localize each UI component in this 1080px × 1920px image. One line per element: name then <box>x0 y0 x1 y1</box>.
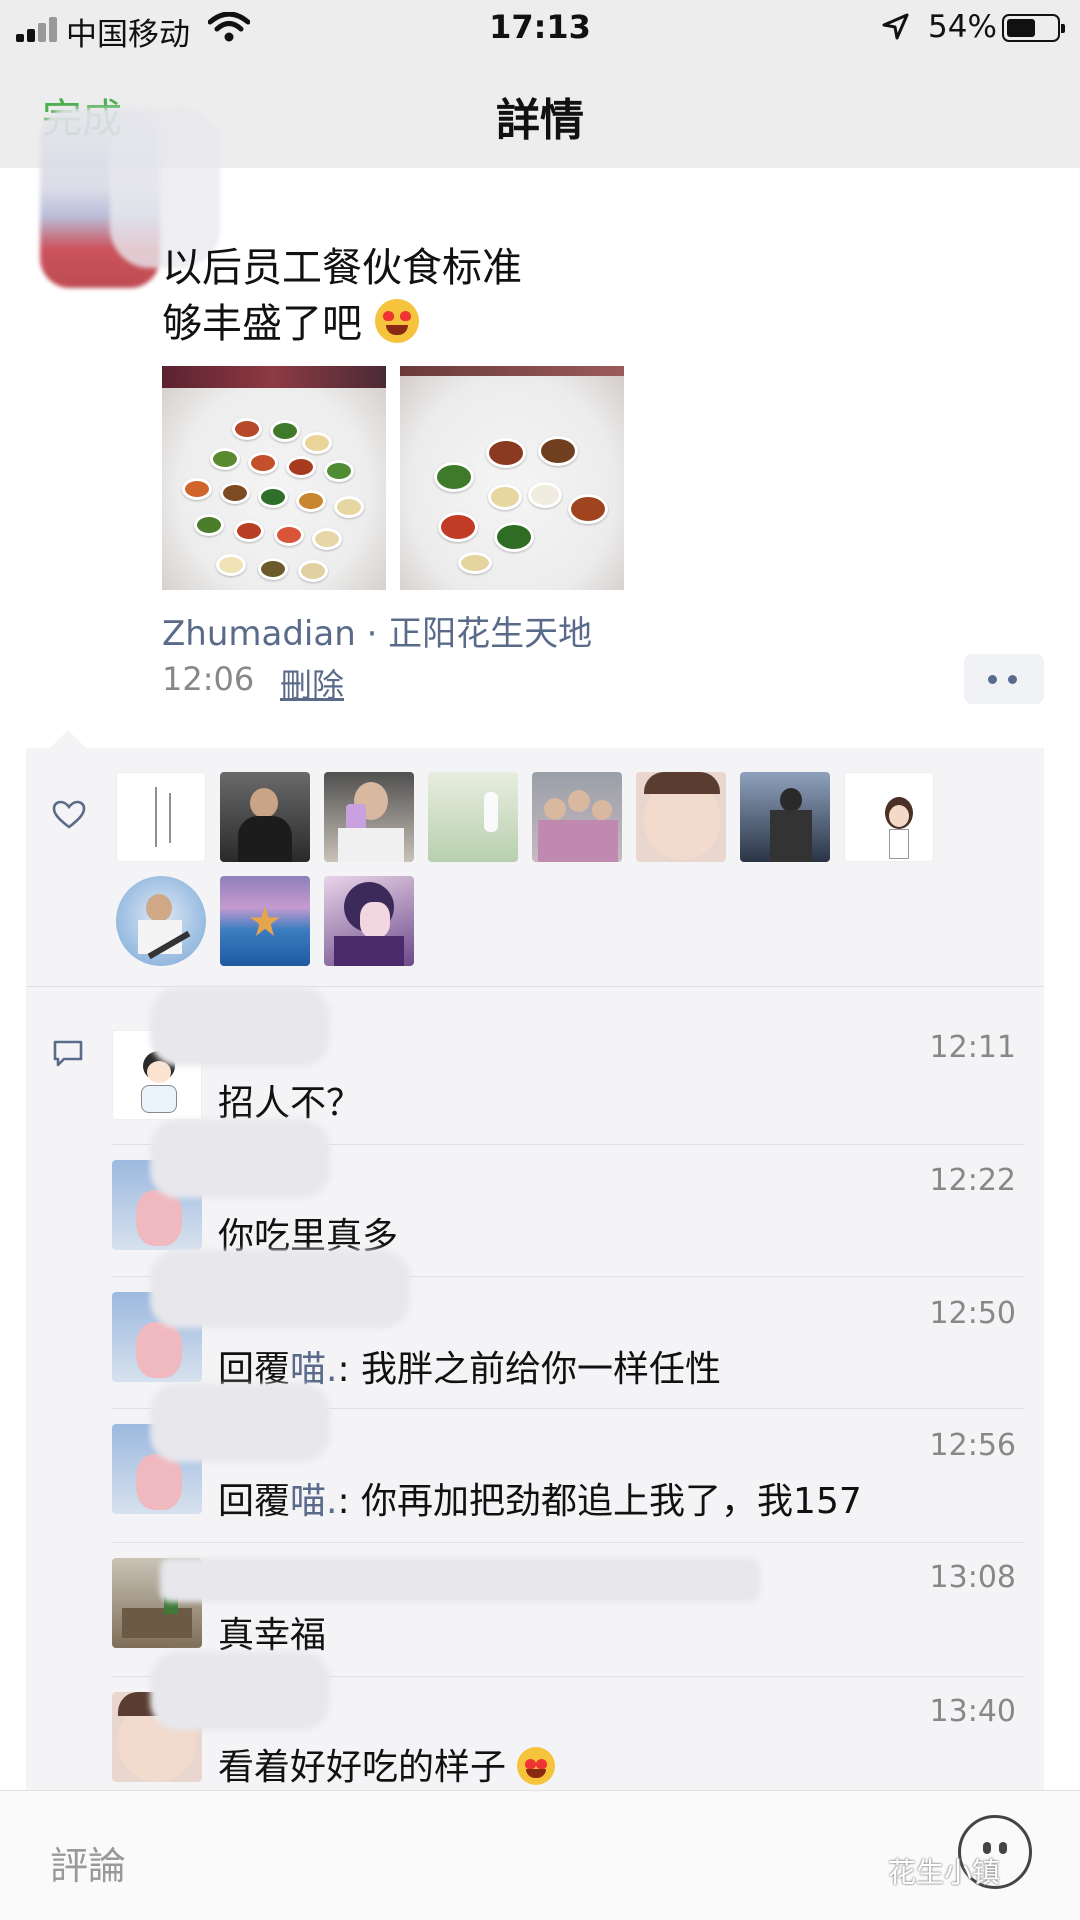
battery-icon <box>1002 14 1065 42</box>
panel-pointer <box>50 730 86 748</box>
heart-eyes-emoji-icon <box>517 1747 556 1785</box>
commenter-name-blurred <box>150 1250 410 1328</box>
comment-time: 13:40 <box>929 1694 1016 1729</box>
heart-eyes-emoji-icon <box>374 299 419 343</box>
post-photo-2[interactable] <box>400 366 624 590</box>
post-photo-1[interactable] <box>162 366 386 590</box>
poster-avatar[interactable] <box>40 108 220 288</box>
like-avatar[interactable] <box>324 876 414 966</box>
post-text-line-1: 以后员工餐伙食标准 <box>162 245 522 291</box>
commenter-name-blurred <box>150 1384 330 1462</box>
comment-text: 回覆喵.: 你再加把劲都追上我了，我157 <box>218 1481 862 1522</box>
like-avatar[interactable] <box>532 772 622 862</box>
comment-text: 招人不？ <box>218 1083 363 1124</box>
status-time: 17:13 <box>489 8 591 46</box>
comment-time: 13:08 <box>929 1560 1016 1595</box>
like-avatar[interactable] <box>220 772 310 862</box>
comment-divider <box>112 1542 1024 1543</box>
like-avatar[interactable] <box>220 876 310 966</box>
comment-icon <box>53 1040 83 1067</box>
likes-divider <box>26 986 1044 987</box>
comment-time: 12:50 <box>929 1296 1016 1331</box>
comment-input[interactable]: 評論 <box>50 1835 126 1890</box>
like-avatar[interactable] <box>116 876 206 966</box>
commenter-name-blurred <box>160 1558 760 1602</box>
like-avatar[interactable] <box>116 772 206 862</box>
commenter-name-blurred <box>150 1120 330 1198</box>
comment-text: 真幸福 <box>218 1615 327 1656</box>
comment-time: 12:11 <box>929 1030 1016 1065</box>
comment-time: 12:22 <box>929 1163 1016 1198</box>
heart-icon <box>52 800 86 829</box>
like-avatar[interactable] <box>324 772 414 862</box>
commenter-name-blurred <box>150 1652 330 1730</box>
like-avatar[interactable] <box>428 772 518 862</box>
like-avatar[interactable] <box>636 772 726 862</box>
more-options-button[interactable] <box>964 654 1044 704</box>
status-bar: 中国移动 17:13 54% <box>0 0 1080 56</box>
delete-button[interactable]: 刪除 <box>280 660 344 706</box>
post-text: 以后员工餐伙食标准 够丰盛了吧 <box>162 240 522 352</box>
commenter-name-blurred <box>150 988 330 1066</box>
battery-percent: 54% <box>928 9 997 45</box>
reply-to-name[interactable]: 喵. <box>290 1481 337 1522</box>
location-arrow-icon <box>882 13 909 40</box>
comment-time: 12:56 <box>929 1428 1016 1463</box>
comment-text: 看着好好吃的样子 <box>218 1738 556 1790</box>
comment-composer: 評論 花生小镇 <box>0 1790 1080 1920</box>
post-text-line-2: 够丰盛了吧 <box>162 301 362 347</box>
watermark-text: 花生小镇 <box>888 1856 1001 1889</box>
like-avatar[interactable] <box>844 772 934 862</box>
like-avatar[interactable] <box>740 772 830 862</box>
post-time: 12:06 <box>162 660 255 698</box>
post-location-link[interactable]: Zhumadian · 正阳花生天地 <box>162 606 592 655</box>
